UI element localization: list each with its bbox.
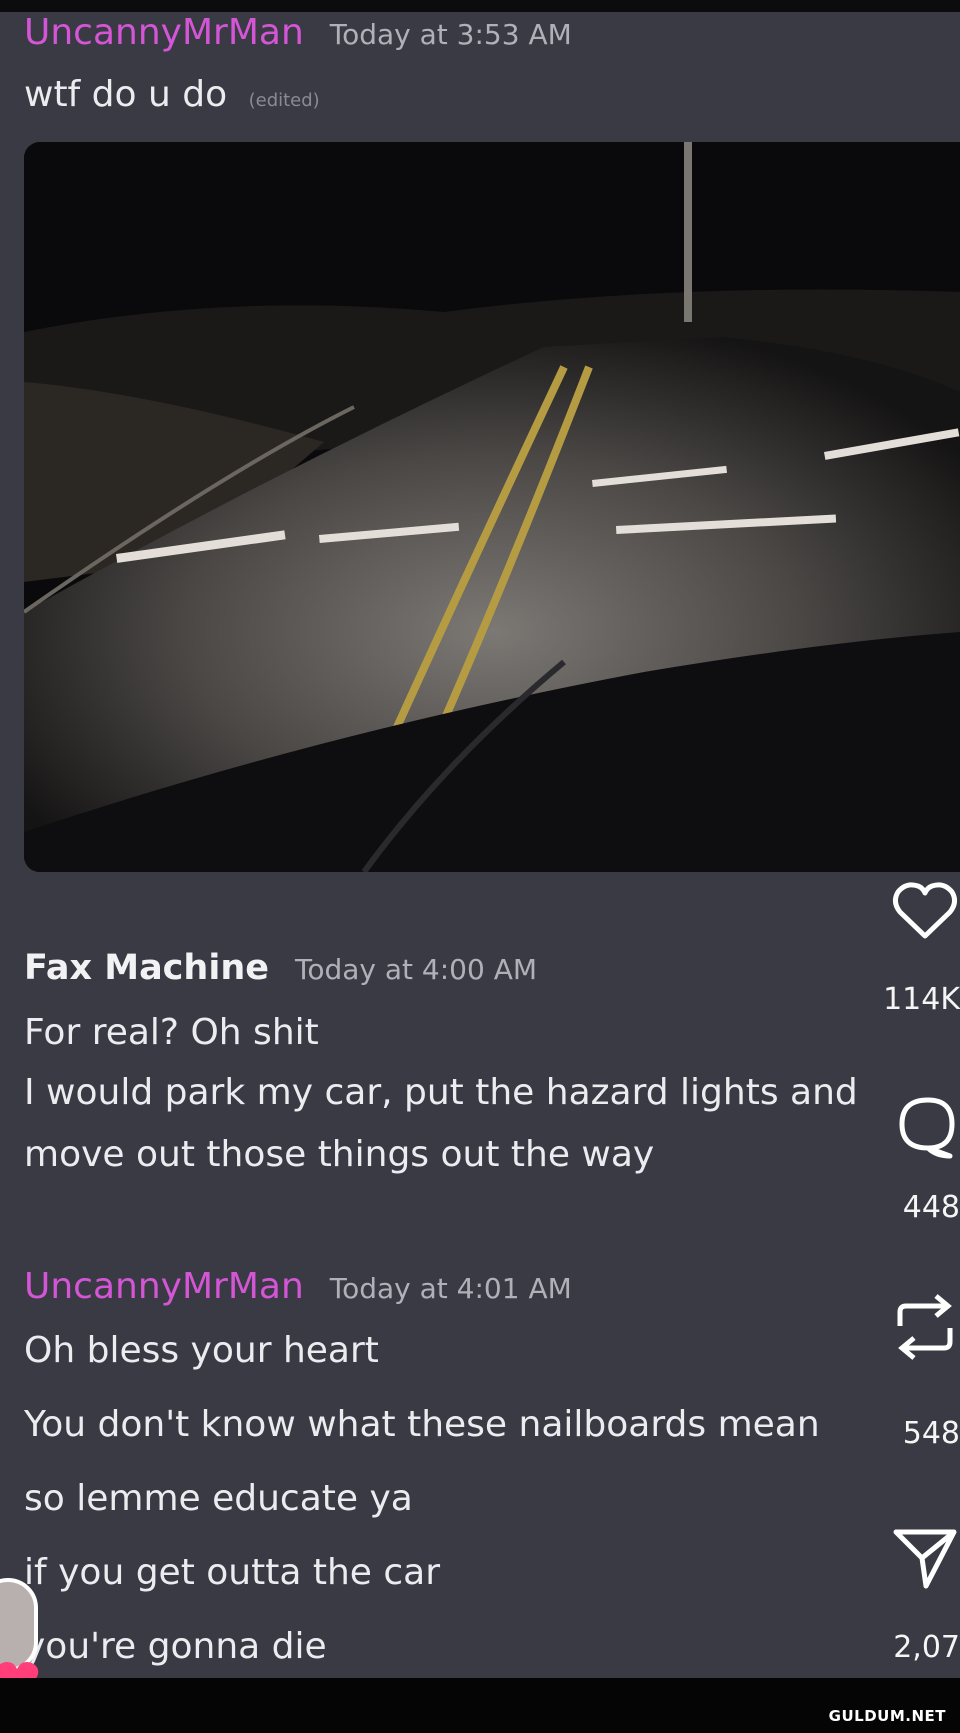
timestamp: Today at 3:53 AM	[329, 18, 572, 51]
message-text: wtf do u do (edited)	[24, 74, 320, 115]
night-road-nailboards-image	[24, 142, 960, 872]
username[interactable]: UncannyMrMan	[24, 12, 304, 53]
bottom-bar	[0, 1678, 960, 1733]
message-line: if you get outta the car	[24, 1552, 441, 1593]
share-count: 2,07	[893, 1630, 960, 1665]
like-count: 114K	[883, 982, 960, 1017]
message-line: wtf do u do	[24, 74, 228, 115]
message-line: Oh bless your heart	[24, 1330, 379, 1371]
chat-panel: UncannyMrMan Today at 3:53 AM wtf do u d…	[0, 0, 960, 1678]
avatar[interactable]	[0, 1578, 38, 1672]
message-line: move out those things out the way	[24, 1134, 655, 1175]
message-line: I would park my car, put the hazard ligh…	[24, 1072, 858, 1113]
message-line: you're gonna die	[24, 1626, 327, 1667]
edited-label: (edited)	[248, 90, 320, 111]
message-header: Fax Machine Today at 4:00 AM	[24, 948, 537, 988]
message-line: For real? Oh shit	[24, 1012, 319, 1053]
message-header: UncannyMrMan Today at 3:53 AM	[24, 12, 572, 53]
watermark: GULDUM.NET	[828, 1707, 946, 1725]
username[interactable]: UncannyMrMan	[24, 1266, 304, 1307]
repost-count: 548	[902, 1416, 960, 1451]
repost-icon[interactable]	[890, 1292, 960, 1362]
comment-count: 448	[902, 1190, 960, 1225]
timestamp: Today at 4:00 AM	[295, 953, 538, 986]
comment-icon[interactable]	[890, 1092, 960, 1162]
send-icon[interactable]	[890, 1524, 960, 1594]
message-line: You don't know what these nailboards mea…	[24, 1404, 820, 1445]
attachment-image[interactable]	[24, 142, 960, 872]
top-bar	[0, 0, 960, 12]
heart-icon[interactable]	[890, 876, 960, 946]
message-header: UncannyMrMan Today at 4:01 AM	[24, 1266, 572, 1307]
username[interactable]: Fax Machine	[24, 948, 269, 988]
message-line: so lemme educate ya	[24, 1478, 413, 1519]
timestamp: Today at 4:01 AM	[329, 1272, 572, 1305]
